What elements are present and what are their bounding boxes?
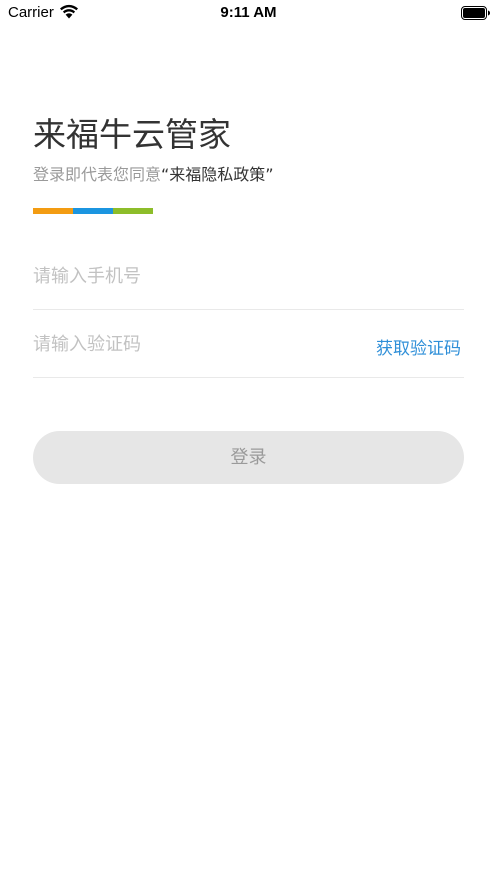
brand-color-bar xyxy=(33,208,153,214)
verification-code-input[interactable] xyxy=(33,331,353,357)
brand-bar-orange xyxy=(33,208,73,214)
status-bar: Carrier 9:11 AM xyxy=(0,0,497,26)
agreement-text: 登录即代表您同意“来福隐私政策” xyxy=(33,163,274,187)
app-title: 来福牛云管家 xyxy=(33,115,231,154)
login-button[interactable]: 登录 xyxy=(33,431,464,484)
get-code-button[interactable]: 获取验证码 xyxy=(376,337,461,361)
verification-code-field: 获取验证码 xyxy=(33,309,464,378)
battery-icon xyxy=(461,5,491,20)
brand-bar-green xyxy=(113,208,153,214)
phone-input[interactable] xyxy=(33,263,353,289)
clock: 9:11 AM xyxy=(220,4,277,21)
phone-field xyxy=(33,241,464,310)
agreement-prefix: 登录即代表您同意 xyxy=(33,165,162,184)
brand-bar-blue xyxy=(73,208,113,214)
privacy-policy-link[interactable]: “来福隐私政策” xyxy=(161,165,274,184)
